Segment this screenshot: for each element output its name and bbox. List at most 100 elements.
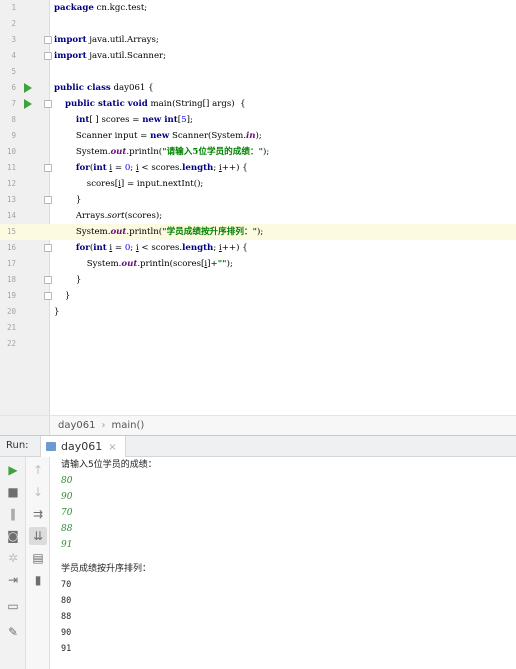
- camera-icon[interactable]: ◙: [4, 527, 22, 545]
- breadcrumb-gutter: [0, 415, 50, 435]
- code-line[interactable]: 22: [0, 336, 516, 352]
- scroll-end-icon[interactable]: ⇊: [29, 527, 47, 545]
- fold-icon[interactable]: [44, 164, 52, 172]
- fold-icon[interactable]: [44, 276, 52, 284]
- run-gutter-icon[interactable]: [24, 83, 32, 93]
- code-line[interactable]: 1 package cn.kgc.test;: [0, 0, 516, 16]
- code-text: System.out.println("请输入5位学员的成绩：");: [54, 147, 270, 157]
- code-line[interactable]: 20}: [0, 304, 516, 320]
- code-text: int[ ] scores = new int[5];: [75, 115, 193, 125]
- code-line[interactable]: 18 }: [0, 272, 516, 288]
- rerun-up-icon[interactable]: ↑: [29, 461, 47, 479]
- code-line[interactable]: 17 System.out.println(scores[i]+"");: [0, 256, 516, 272]
- console-output-line: 请输入5位学员的成绩：: [61, 460, 157, 470]
- fold-icon[interactable]: [44, 100, 52, 108]
- code-editor[interactable]: 1 package cn.kgc.test; 2 3 import java.util.…: [0, 0, 516, 415]
- console-output-line: 70: [61, 580, 72, 590]
- trash-icon[interactable]: ▮: [29, 571, 47, 589]
- code-line[interactable]: 3 import java.util.Arrays;: [0, 32, 516, 48]
- line-number: 1: [11, 3, 16, 12]
- line-number: 11: [6, 163, 16, 172]
- run-toolbar-right: ↑ ↓ ⇉ ⇊ ▤ ▮: [26, 457, 50, 669]
- code-text: scores[i] = input.nextInt();: [54, 179, 204, 189]
- line-number: 4: [11, 51, 16, 60]
- settings-icon[interactable]: ✲: [4, 549, 22, 567]
- code-line[interactable]: 6 public class day061 {: [0, 80, 516, 96]
- console-input-line: 70: [61, 508, 73, 518]
- close-icon[interactable]: ×: [108, 442, 116, 453]
- app-icon: [46, 442, 56, 451]
- code-text: import java.util.Arrays;: [54, 35, 159, 45]
- run-icon[interactable]: ▶: [4, 461, 22, 479]
- code-line[interactable]: 4 import java.util.Scanner;: [0, 48, 516, 64]
- line-number: 18: [6, 275, 16, 284]
- console-output[interactable]: 请输入5位学员的成绩： 80 90 70 88 91 学员成绩按升序排列： 70 80 88 90 9…: [50, 457, 516, 669]
- fold-icon[interactable]: [44, 244, 52, 252]
- code-line[interactable]: 9 Scanner input = new Scanner(System.in)…: [0, 128, 516, 144]
- line-number: 6: [11, 83, 16, 92]
- run-tab-label: day061: [61, 440, 103, 453]
- stop-icon[interactable]: ■: [4, 483, 22, 501]
- fold-icon[interactable]: [44, 196, 52, 204]
- fold-icon[interactable]: [44, 292, 52, 300]
- code-line[interactable]: 12 scores[i] = input.nextInt();: [0, 176, 516, 192]
- fold-icon[interactable]: [44, 52, 52, 60]
- down-icon[interactable]: ↓: [29, 483, 47, 501]
- code-line[interactable]: 8 int[ ] scores = new int[5];: [0, 112, 516, 128]
- code-text: for(int i = 0; i < scores.length; i++) {: [75, 163, 248, 173]
- line-number: 14: [6, 211, 16, 220]
- line-number: 12: [6, 179, 16, 188]
- code-text: System.out.println(scores[i]+"");: [54, 259, 233, 269]
- wrap-icon[interactable]: ⇉: [29, 505, 47, 523]
- line-number: 19: [6, 291, 16, 300]
- line-number: 22: [6, 339, 16, 348]
- console-output-line: 90: [61, 628, 72, 638]
- code-line[interactable]: 13 }: [0, 192, 516, 208]
- line-number: 21: [6, 323, 16, 332]
- code-line[interactable]: 5: [0, 64, 516, 80]
- console-output-line: 91: [61, 644, 72, 654]
- code-line[interactable]: 16 for(int i = 0; i < scores.length; i++…: [0, 240, 516, 256]
- login-icon[interactable]: ⇥: [4, 571, 22, 589]
- code-line[interactable]: 15 System.out.println("学员成绩按升序排列：");: [0, 224, 516, 240]
- breadcrumb-method[interactable]: main(): [111, 420, 144, 431]
- line-number: 3: [11, 35, 16, 44]
- breadcrumb-separator: ›: [101, 420, 106, 431]
- code-line[interactable]: 7 public static void main(String[] args)…: [0, 96, 516, 112]
- code-line[interactable]: 2: [0, 16, 516, 32]
- print-icon[interactable]: ▤: [29, 549, 47, 567]
- console-input-line: 90: [61, 492, 73, 502]
- layout-icon[interactable]: ▭: [4, 597, 22, 615]
- line-number: 8: [11, 115, 16, 124]
- run-panel-header: Run: day061 ×: [0, 435, 516, 457]
- console-output-line: 80: [61, 596, 72, 606]
- run-label: Run:: [6, 440, 29, 451]
- line-number: 13: [6, 195, 16, 204]
- code-line[interactable]: 19 }: [0, 288, 516, 304]
- run-tab[interactable]: day061 ×: [40, 436, 126, 457]
- code-line[interactable]: 14 Arrays.sort(scores);: [0, 208, 516, 224]
- fold-icon[interactable]: [44, 36, 52, 44]
- line-number: 9: [11, 131, 16, 140]
- console-output-line: 学员成绩按升序排列：: [61, 564, 152, 574]
- code-line[interactable]: 10 System.out.println("请输入5位学员的成绩：");: [0, 144, 516, 160]
- code-text: public class day061 {: [54, 83, 154, 93]
- pause-icon[interactable]: ∥: [4, 505, 22, 523]
- line-number: 7: [11, 99, 16, 108]
- console-input-line: 80: [61, 476, 73, 486]
- breadcrumb-class[interactable]: day061: [58, 420, 95, 431]
- code-text: Arrays.sort(scores);: [54, 211, 163, 221]
- line-number: 5: [11, 67, 16, 76]
- code-text: package cn.kgc.test;: [54, 3, 148, 13]
- console-output-line: 88: [61, 612, 72, 622]
- code-line[interactable]: 11 for(int i = 0; i < scores.length; i++…: [0, 160, 516, 176]
- line-number: 16: [6, 243, 16, 252]
- code-text: }: [54, 195, 82, 205]
- pin-icon[interactable]: ✎: [4, 623, 22, 641]
- code-line[interactable]: 21: [0, 320, 516, 336]
- code-text: for(int i = 0; i < scores.length; i++) {: [75, 243, 248, 253]
- run-gutter-icon[interactable]: [24, 99, 32, 109]
- run-toolbar-left: ▶ ■ ∥ ◙ ✲ ⇥ ▭ ✎: [0, 457, 26, 669]
- code-text: }: [54, 275, 82, 285]
- code-text: import java.util.Scanner;: [54, 51, 167, 61]
